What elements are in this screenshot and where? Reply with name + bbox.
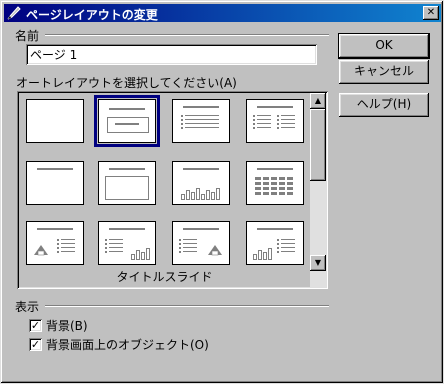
autolayout-label: オートレイアウトを選択してください(A) — [16, 76, 237, 90]
background-option[interactable]: ✓ 背景(B) — [29, 318, 229, 334]
name-divider — [45, 34, 329, 36]
layout-thumbnail-title-content-box[interactable] — [98, 161, 156, 205]
autolayout-list[interactable]: タイトルスライド ▲ ▼ — [17, 91, 328, 289]
display-divider — [45, 305, 329, 307]
background-checkbox[interactable]: ✓ — [29, 319, 42, 332]
scroll-up-button[interactable]: ▲ — [310, 93, 326, 109]
title-bar[interactable]: ページレイアウトの変更 ✕ — [4, 4, 441, 22]
scroll-thumb[interactable] — [310, 109, 326, 181]
layout-thumbnail-title-table[interactable] — [246, 161, 304, 205]
layout-thumbnail-title-two-columns-bullets[interactable] — [246, 99, 304, 143]
close-button[interactable]: ✕ — [423, 6, 439, 20]
layout-scrollbar[interactable]: ▲ ▼ — [310, 93, 326, 287]
ok-button[interactable]: OK — [338, 33, 430, 59]
layout-thumbnail-blank[interactable] — [26, 99, 84, 143]
layout-thumbnail-clipart-bullets[interactable] — [26, 221, 84, 265]
page-layout-dialog: ページレイアウトの変更 ✕ 名前 OK キャンセル ヘルプ(H) オートレイアウ… — [0, 0, 444, 384]
background-checkbox-label: 背景(B) — [46, 319, 88, 333]
layout-thumbnail-bullets-chart[interactable] — [98, 221, 156, 265]
layout-grid[interactable] — [19, 93, 310, 269]
page-name-input[interactable] — [26, 44, 317, 65]
layout-thumbnail-title-chart[interactable] — [172, 161, 230, 205]
cancel-button[interactable]: キャンセル — [339, 60, 429, 84]
layout-thumbnail-title-slide[interactable] — [94, 95, 160, 147]
window-title: ページレイアウトの変更 — [26, 8, 158, 22]
clipart-icon — [34, 245, 48, 256]
layout-caption: タイトルスライド — [116, 270, 213, 284]
clipart-icon — [208, 245, 222, 256]
scroll-down-button[interactable]: ▼ — [310, 255, 326, 271]
layout-thumbnail-bullets-clipart[interactable] — [172, 221, 230, 265]
help-button[interactable]: ヘルプ(H) — [339, 93, 429, 117]
layout-thumbnail-chart-bullets[interactable] — [246, 221, 304, 265]
display-label: 表示 — [15, 300, 40, 314]
layout-thumbnail-title-bullets[interactable] — [172, 99, 230, 143]
layout-thumbnail-title-only[interactable] — [26, 161, 84, 205]
background-objects-checkbox[interactable]: ✓ — [29, 338, 42, 351]
name-label: 名前 — [15, 29, 40, 43]
pen-icon — [7, 6, 21, 20]
background-objects-checkbox-label: 背景画面上のオブジェクト(O) — [46, 338, 209, 352]
background-objects-option[interactable]: ✓ 背景画面上のオブジェクト(O) — [29, 337, 289, 353]
